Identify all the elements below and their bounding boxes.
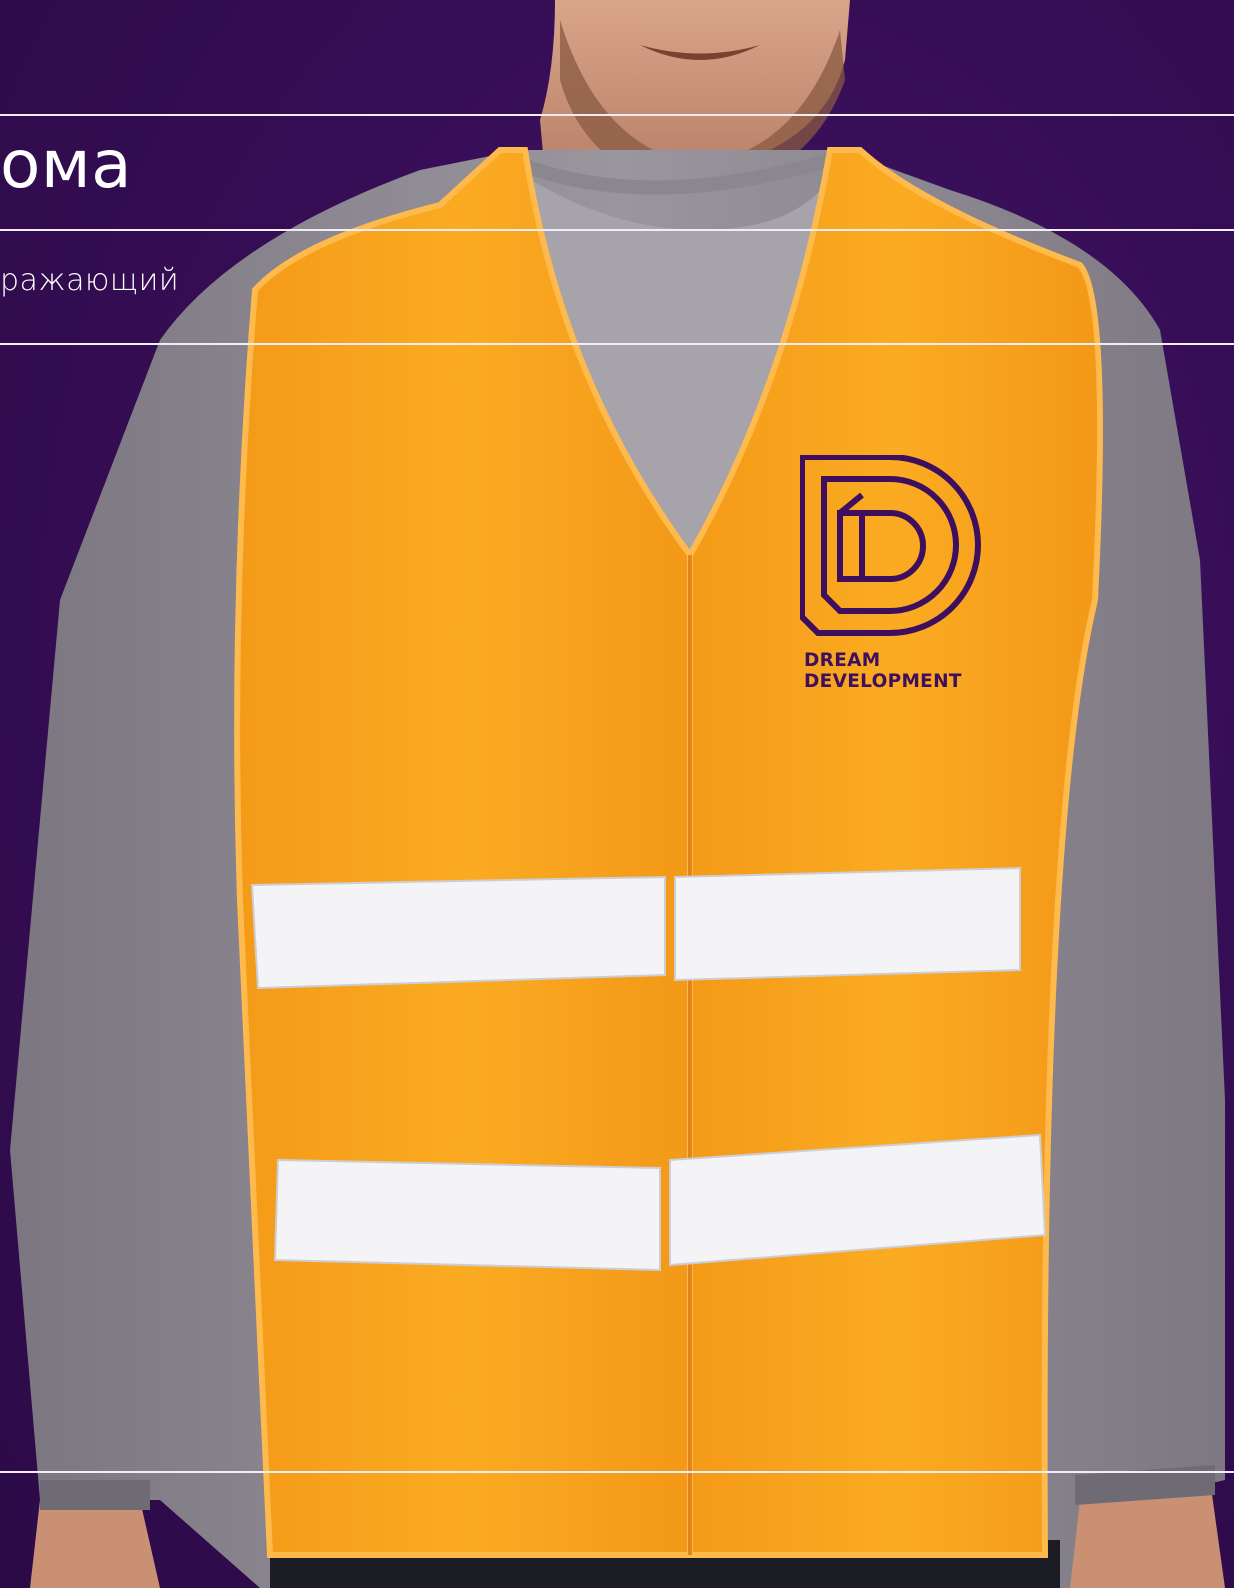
logo-line-2: DEVELOPMENT bbox=[804, 671, 962, 692]
divider-line-4 bbox=[0, 1471, 1234, 1473]
logo-line-1: DREAM bbox=[804, 650, 881, 671]
person-in-safety-vest bbox=[10, 0, 1225, 1588]
divider-line-2 bbox=[0, 229, 1234, 231]
face bbox=[540, 0, 850, 175]
left-hand bbox=[30, 1500, 160, 1588]
photo-scene: ома ражающий DREAM DEVELOPMENT bbox=[0, 0, 1234, 1588]
logo-wordmark: DREAM DEVELOPMENT bbox=[804, 650, 962, 692]
divider-line-3 bbox=[0, 343, 1234, 345]
heading-fragment: ома bbox=[0, 126, 133, 203]
divider-line-1 bbox=[0, 114, 1234, 116]
dream-development-logo-icon bbox=[800, 455, 981, 636]
subheading-fragment: ражающий bbox=[0, 263, 180, 298]
left-cuff bbox=[40, 1480, 150, 1510]
